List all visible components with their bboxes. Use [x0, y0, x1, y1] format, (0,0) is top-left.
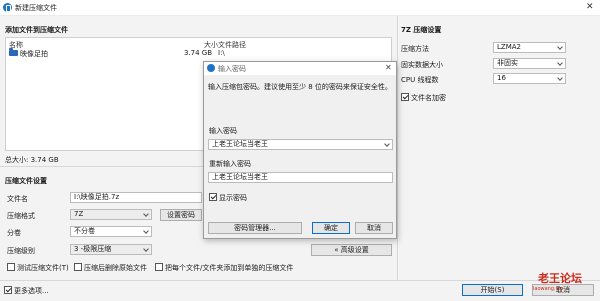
app-icon	[3, 3, 12, 12]
enter-password-label: 输入密码	[209, 127, 237, 135]
threads-select[interactable]: 16	[493, 73, 566, 84]
files-section-title: 添加文件到压缩文件	[5, 26, 68, 34]
watermark-logo: 老王论坛	[538, 272, 582, 285]
show-password-label[interactable]: 显示密码	[219, 193, 247, 203]
solid-value: 非固实	[497, 59, 518, 67]
filename-label: 文件名	[7, 195, 28, 203]
app-icon	[207, 64, 215, 72]
filename-input[interactable]: I:\映像足拍.7z	[70, 192, 202, 203]
window-close-button[interactable]: ✕	[586, 2, 594, 12]
dialog-ok-button[interactable]: 确定	[312, 222, 350, 234]
window-title: 新建压缩文件	[15, 4, 57, 12]
password-dialog: 输入密码 ✕ 输入压缩包密码。建议使用至少 8 位的密码来保证安全性。 输入密码…	[203, 61, 397, 239]
more-options-checkbox[interactable]	[4, 286, 12, 294]
encrypt-names-checkbox[interactable]	[401, 93, 409, 101]
7z-settings-title: 7Z 压缩设置	[401, 26, 442, 34]
dialog-hint: 输入压缩包密码。建议使用至少 8 位的密码来保证安全性。	[208, 83, 392, 91]
level-label: 压缩级别	[7, 247, 35, 255]
enter-password-input[interactable]: 上老王论坛当老王	[208, 139, 393, 150]
method-select[interactable]: LZMA2	[493, 42, 566, 53]
threads-label: CPU 线程数	[401, 76, 439, 84]
file-row-name[interactable]: 映像足拍	[20, 49, 48, 59]
method-label: 压缩方法	[401, 45, 429, 53]
show-password-checkbox[interactable]	[209, 193, 217, 201]
split-label: 分卷	[7, 229, 21, 237]
window-titlebar: 新建压缩文件 ✕	[0, 0, 600, 16]
chevron-down-icon	[143, 211, 149, 217]
folder-icon	[9, 48, 18, 56]
dialog-close-button[interactable]: ✕	[385, 63, 392, 72]
format-value: 7Z	[74, 210, 84, 218]
enter-password-value: 上老王论坛当老王	[212, 140, 268, 148]
test-archive-checkbox[interactable]	[7, 263, 15, 271]
password-manager-button[interactable]: 密码管理器...	[208, 222, 302, 234]
delete-after-label[interactable]: 压缩后删除原始文件	[84, 263, 147, 273]
method-value: LZMA2	[497, 43, 521, 51]
advanced-settings-button[interactable]: « 高级设置	[311, 244, 392, 256]
more-options-label[interactable]: 更多选项...	[14, 286, 49, 296]
split-value: 不分卷	[74, 227, 95, 235]
chevron-down-icon	[143, 228, 149, 234]
format-select[interactable]: 7Z	[70, 209, 152, 220]
solid-label: 固实数据大小	[401, 61, 443, 69]
reenter-password-label: 重新输入密码	[209, 160, 251, 168]
footer-divider	[0, 280, 600, 281]
level-value: 3 -极限压缩	[74, 245, 112, 253]
file-row-path: I:\	[218, 49, 225, 57]
file-row-size: 3.74 GB	[184, 49, 213, 57]
archive-settings-title: 压缩文件设置	[5, 177, 47, 185]
watermark-url: laowang.vip	[533, 286, 564, 292]
chevron-down-icon	[143, 246, 149, 252]
threads-value: 16	[497, 74, 506, 82]
dialog-titlebar: 输入密码 ✕	[204, 62, 396, 75]
separate-archives-label[interactable]: 把每个文件/文件夹添加到单独的压缩文件	[165, 263, 293, 273]
chevron-down-icon	[384, 141, 390, 147]
encrypt-names-label[interactable]: 文件名加密	[411, 93, 446, 103]
set-password-button[interactable]: 设置密码	[160, 209, 202, 221]
test-archive-label[interactable]: 测试压缩文件(T)	[17, 263, 69, 273]
total-size-label: 总大小: 3.74 GB	[5, 156, 59, 164]
dialog-title: 输入密码	[218, 65, 246, 73]
dialog-cancel-button[interactable]: 取消	[355, 222, 393, 234]
reenter-password-input[interactable]: 上老王论坛当老王	[208, 172, 393, 183]
chevron-down-icon	[557, 44, 563, 50]
chevron-down-icon	[557, 60, 563, 66]
right-panel-divider	[397, 16, 398, 280]
delete-after-checkbox[interactable]	[74, 263, 82, 271]
format-label: 压缩格式	[7, 212, 35, 220]
separate-archives-checkbox[interactable]	[155, 263, 163, 271]
chevron-down-icon	[557, 75, 563, 81]
start-button[interactable]: 开始(S)	[462, 284, 523, 296]
split-select[interactable]: 不分卷	[70, 226, 152, 237]
solid-select[interactable]: 非固实	[493, 58, 566, 69]
level-select[interactable]: 3 -极限压缩	[70, 244, 152, 255]
